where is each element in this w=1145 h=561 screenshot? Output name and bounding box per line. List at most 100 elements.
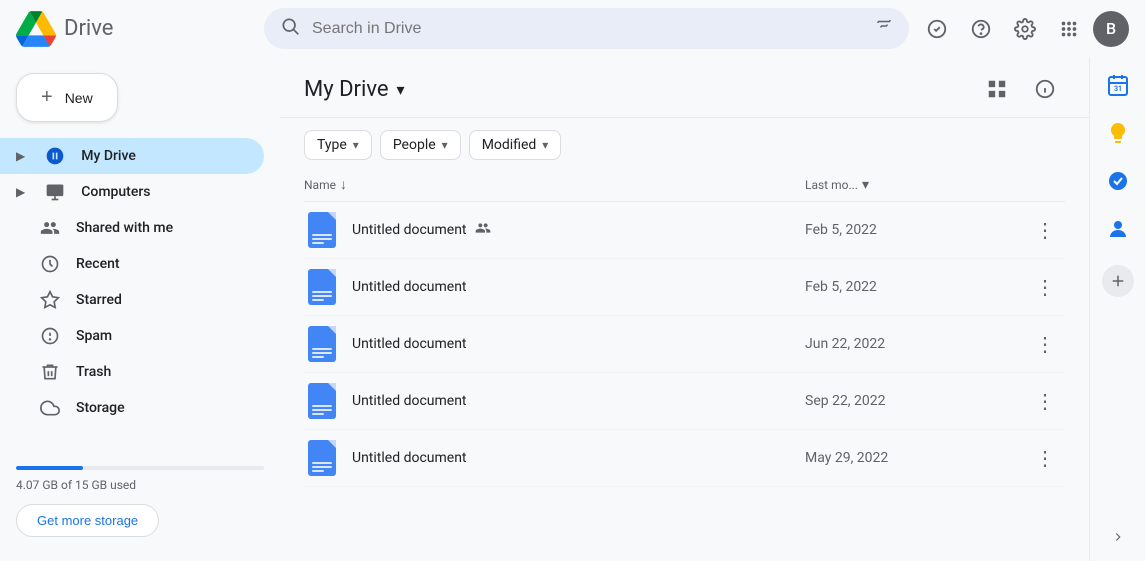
main-panel: My Drive ▾ <box>280 57 1089 561</box>
file-name-area: Untitled document <box>352 393 805 409</box>
new-button[interactable]: + New <box>16 73 118 122</box>
table-row[interactable]: Untitled document May 29, 2022 ⋮ <box>304 430 1065 487</box>
right-panel: 31 <box>1089 57 1145 561</box>
file-icon <box>304 440 340 476</box>
search-input[interactable] <box>312 20 863 38</box>
search-filter-icon[interactable] <box>875 17 893 40</box>
add-panel-button[interactable] <box>1102 265 1134 297</box>
file-more-button[interactable]: ⋮ <box>1025 442 1065 474</box>
col-date-header[interactable]: Last mo... ▾ <box>805 177 1025 193</box>
name-header-text: Name <box>304 178 336 192</box>
drive-title-dropdown[interactable]: My Drive ▾ <box>304 77 405 102</box>
sidebar-item-shared-with-me[interactable]: Shared with me <box>0 210 264 246</box>
file-date-text: Jun 22, 2022 <box>805 336 1025 352</box>
filter-type-arrow-icon: ▾ <box>353 138 359 152</box>
contacts-panel-icon[interactable] <box>1098 209 1138 249</box>
get-more-storage-button[interactable]: Get more storage <box>16 504 159 537</box>
filter-chip-type[interactable]: Type ▾ <box>304 130 372 160</box>
sidebar-label-shared-with-me: Shared with me <box>76 220 173 236</box>
drive-section-title: My Drive <box>304 77 389 102</box>
spam-icon <box>40 326 60 346</box>
plus-icon: + <box>41 86 53 109</box>
sidebar-item-my-drive[interactable]: ▶ My Drive <box>0 138 264 174</box>
search-icon <box>280 16 300 41</box>
storage-bar <box>16 466 264 470</box>
user-avatar[interactable]: B <box>1093 11 1129 47</box>
table-header: Name ↓ Last mo... ▾ <box>304 168 1065 202</box>
keep-panel-icon[interactable] <box>1098 113 1138 153</box>
filter-people-label: People <box>393 137 436 153</box>
file-icon <box>304 269 340 305</box>
file-more-button[interactable]: ⋮ <box>1025 214 1065 246</box>
filter-chip-people[interactable]: People ▾ <box>380 130 461 160</box>
table-row[interactable]: Untitled document Sep 22, 2022 ⋮ <box>304 373 1065 430</box>
drive-toolbar: My Drive ▾ <box>280 57 1089 118</box>
sidebar-item-starred[interactable]: Starred <box>0 282 264 318</box>
filter-modified-label: Modified <box>482 137 537 153</box>
sidebar-label-computers: Computers <box>81 184 150 200</box>
sidebar-item-recent[interactable]: Recent <box>0 246 264 282</box>
sidebar-label-recent: Recent <box>76 256 120 272</box>
file-name-area: Untitled document <box>352 336 805 352</box>
shared-icon <box>475 220 491 240</box>
file-name-area: Untitled document <box>352 450 805 466</box>
info-button[interactable] <box>1025 69 1065 109</box>
file-name-text: Untitled document <box>352 222 467 238</box>
sidebar: + New ▶ My Drive ▶ <box>0 57 280 561</box>
file-more-button[interactable]: ⋮ <box>1025 385 1065 417</box>
file-name-text: Untitled document <box>352 393 467 409</box>
filter-people-arrow-icon: ▾ <box>442 138 448 152</box>
done-icon-button[interactable] <box>917 9 957 49</box>
apps-icon-button[interactable] <box>1049 9 1089 49</box>
sidebar-item-spam[interactable]: Spam <box>0 318 264 354</box>
star-icon <box>40 290 60 310</box>
filter-bar: Type ▾ People ▾ Modified ▾ <box>280 118 1089 168</box>
expand-panel-button[interactable] <box>1102 521 1134 553</box>
search-bar[interactable] <box>264 8 909 49</box>
file-name-text: Untitled document <box>352 279 467 295</box>
grid-view-button[interactable] <box>977 69 1017 109</box>
people-icon <box>40 218 60 238</box>
sidebar-item-computers[interactable]: ▶ Computers <box>0 174 264 210</box>
name-sort-icon: ↓ <box>340 176 347 193</box>
drive-logo <box>16 9 56 49</box>
new-button-label: New <box>65 90 93 106</box>
file-icon <box>304 383 340 419</box>
file-more-button[interactable]: ⋮ <box>1025 271 1065 303</box>
settings-icon-button[interactable] <box>1005 9 1045 49</box>
help-icon-button[interactable] <box>961 9 1001 49</box>
filter-modified-arrow-icon: ▾ <box>542 138 548 152</box>
file-icon <box>304 326 340 362</box>
storage-bar-fill <box>16 466 83 470</box>
file-name-area: Untitled document <box>352 279 805 295</box>
tasks-panel-icon[interactable] <box>1098 161 1138 201</box>
date-sort-icon: ▾ <box>862 177 869 193</box>
filter-chip-modified[interactable]: Modified ▾ <box>469 130 562 160</box>
sidebar-label-storage: Storage <box>76 400 125 416</box>
file-more-button[interactable]: ⋮ <box>1025 328 1065 360</box>
table-row[interactable]: Untitled document Jun 22, 2022 ⋮ <box>304 316 1065 373</box>
sidebar-item-storage[interactable]: Storage <box>0 390 264 426</box>
header-actions: B <box>917 9 1129 49</box>
app-title: Drive <box>64 16 113 41</box>
storage-section: 4.07 GB of 15 GB used Get more storage <box>0 450 280 553</box>
sidebar-label-my-drive: My Drive <box>81 148 136 164</box>
col-name-header[interactable]: Name ↓ <box>304 176 805 193</box>
calendar-panel-icon[interactable]: 31 <box>1098 65 1138 105</box>
sidebar-item-trash[interactable]: Trash <box>0 354 264 390</box>
date-header-text: Last mo... <box>805 178 858 192</box>
drive-title-arrow-icon: ▾ <box>397 80 405 99</box>
recent-icon <box>40 254 60 274</box>
file-table: Name ↓ Last mo... ▾ <box>280 168 1089 561</box>
sidebar-label-trash: Trash <box>76 364 111 380</box>
expand-arrow-computers: ▶ <box>16 185 25 199</box>
table-row[interactable]: Untitled document Feb 5, 2022 ⋮ <box>304 259 1065 316</box>
trash-icon <box>40 362 60 382</box>
table-row[interactable]: Untitled document Feb 5, 2022 ⋮ <box>304 202 1065 259</box>
sidebar-label-starred: Starred <box>76 292 122 308</box>
file-icon <box>304 212 340 248</box>
toolbar-right <box>977 69 1065 109</box>
sidebar-label-spam: Spam <box>76 328 112 344</box>
storage-text: 4.07 GB of 15 GB used <box>16 478 264 492</box>
drive-icon <box>45 146 65 166</box>
